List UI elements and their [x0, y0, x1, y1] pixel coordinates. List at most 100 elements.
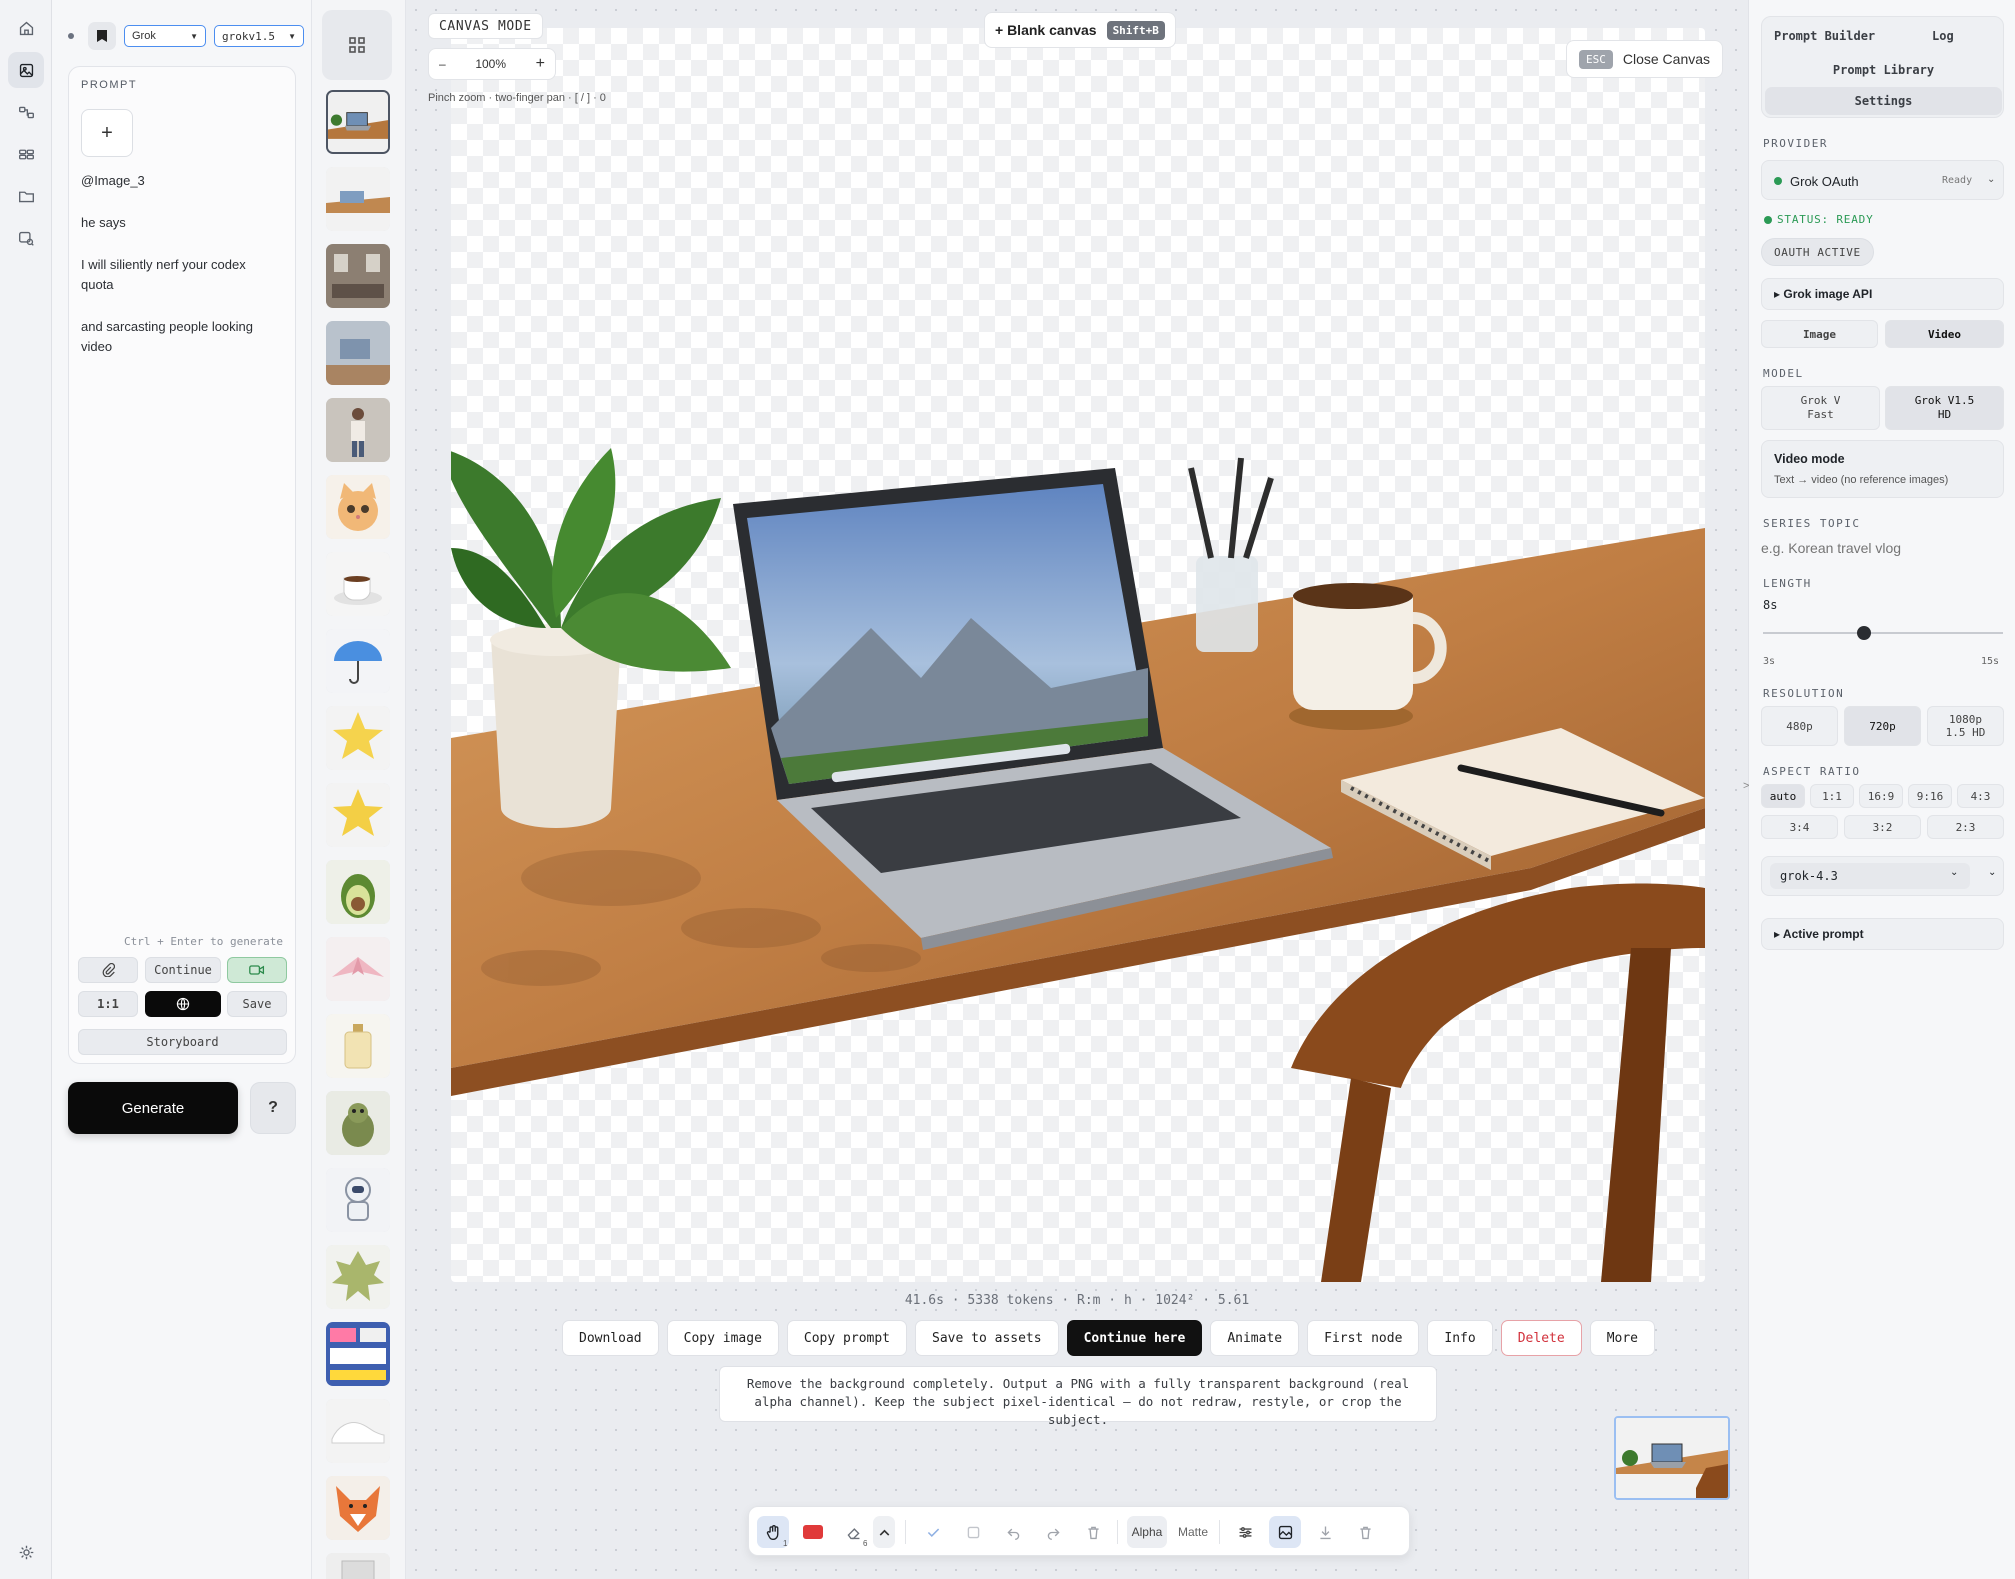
background-remove-icon[interactable] — [1269, 1516, 1301, 1548]
thumbnail-umbrella[interactable] — [326, 629, 390, 693]
llm-model-select[interactable]: grok-4.3 ⌄ ⌄ — [1761, 856, 2004, 896]
thumbnail-laptop-desk-2[interactable] — [326, 167, 390, 231]
provider-select[interactable]: Grok OAuth Ready ⌄ — [1761, 160, 2004, 200]
tab-prompt-library[interactable]: Prompt Library — [1762, 63, 2005, 77]
aspect-auto[interactable]: auto — [1761, 784, 1805, 808]
image-search-icon[interactable] — [8, 220, 44, 256]
workflow-icon[interactable] — [8, 94, 44, 130]
selection-icon[interactable] — [957, 1516, 989, 1548]
trash-icon[interactable] — [1077, 1516, 1109, 1548]
save-button[interactable]: Save — [227, 991, 287, 1017]
grok-image-api-section[interactable]: ▸ Grok image API — [1761, 278, 2004, 310]
storyboard-button[interactable]: Storyboard — [78, 1029, 287, 1055]
undo-icon[interactable] — [997, 1516, 1029, 1548]
thumbnail-glass[interactable] — [326, 1553, 390, 1579]
thumbnail-strip — [312, 0, 406, 1579]
aspect-9-16[interactable]: 9:16 — [1908, 784, 1952, 808]
zoom-out-button[interactable]: – — [439, 57, 446, 71]
settings-gear-icon[interactable] — [8, 1534, 44, 1570]
add-reference-button[interactable]: + — [81, 109, 133, 157]
thumbnail-paper-crane[interactable] — [326, 937, 390, 1001]
thumbnail-leaf[interactable] — [326, 1245, 390, 1309]
gallery-icon[interactable] — [8, 136, 44, 172]
model-option-grok-v15-hd[interactable]: Grok V1.5 HD — [1885, 386, 2004, 430]
folder-icon[interactable] — [8, 178, 44, 214]
home-icon[interactable] — [8, 10, 44, 46]
continue-here-button[interactable]: Continue here — [1066, 1320, 1203, 1356]
thumbnail-laptop-desk[interactable] — [326, 90, 390, 154]
media-image-tab[interactable]: Image — [1761, 320, 1878, 348]
download-icon[interactable] — [1309, 1516, 1341, 1548]
thumbnail-room[interactable] — [326, 244, 390, 308]
redo-icon[interactable] — [1037, 1516, 1069, 1548]
thumbnail-perfume[interactable] — [326, 1014, 390, 1078]
apply-check-icon[interactable] — [917, 1516, 949, 1548]
thumbnail-fox[interactable] — [326, 1476, 390, 1540]
attach-button[interactable] — [78, 957, 138, 983]
thumbnail-poster[interactable] — [326, 1322, 390, 1386]
thumbnail-star[interactable] — [326, 706, 390, 770]
chevron-up-icon[interactable] — [873, 1516, 895, 1548]
zoom-in-button[interactable]: + — [536, 55, 545, 73]
image-icon[interactable] — [8, 52, 44, 88]
thumbnail-coffee[interactable] — [326, 552, 390, 616]
thumbnail-sneaker[interactable] — [326, 1399, 390, 1463]
info-button[interactable]: Info — [1427, 1320, 1493, 1356]
animate-button[interactable]: Animate — [1210, 1320, 1300, 1356]
copy-prompt-button[interactable]: Copy prompt — [786, 1320, 907, 1356]
media-video-tab[interactable]: Video — [1885, 320, 2004, 348]
generate-button[interactable]: Generate — [68, 1082, 238, 1134]
thumbnail-avocado[interactable] — [326, 860, 390, 924]
collapse-panel-button[interactable]: > — [1743, 780, 1749, 792]
aspect-4-3[interactable]: 4:3 — [1957, 784, 2004, 808]
adjustments-icon[interactable] — [1229, 1516, 1261, 1548]
save-to-assets-button[interactable]: Save to assets — [915, 1320, 1059, 1356]
aspect-3-2[interactable]: 3:2 — [1844, 815, 1921, 839]
copy-image-button[interactable]: Copy image — [666, 1320, 779, 1356]
thumbnail-cat[interactable] — [326, 475, 390, 539]
web-search-toggle[interactable] — [145, 991, 221, 1017]
provider-select[interactable]: Grok ▼ — [124, 25, 206, 47]
prompt-textarea[interactable]: @Image_3 he says I will siliently nerf y… — [81, 171, 281, 379]
resolution-720p[interactable]: 720p — [1844, 706, 1921, 746]
model-select[interactable]: grokv1.5 ▼ — [214, 25, 304, 47]
thumbnail-laptop-window[interactable] — [326, 321, 390, 385]
tab-settings[interactable]: Settings — [1765, 87, 2002, 115]
close-canvas-button[interactable]: ESC Close Canvas — [1566, 40, 1724, 78]
aspect-1-1[interactable]: 1:1 — [1810, 784, 1854, 808]
active-prompt-section[interactable]: ▸ Active prompt — [1761, 918, 2004, 950]
more-button[interactable]: More — [1589, 1320, 1655, 1356]
length-slider[interactable] — [1763, 632, 2003, 634]
continue-button[interactable]: Continue — [145, 957, 221, 983]
tab-prompt-builder[interactable]: Prompt Builder — [1774, 29, 1875, 43]
thumbnail-astronaut[interactable] — [326, 1168, 390, 1232]
tab-log[interactable]: Log — [1932, 29, 1954, 43]
grid-view-button[interactable] — [322, 10, 392, 80]
resolution-1080p[interactable]: 1080p 1.5 HD — [1927, 706, 2004, 746]
ratio-button[interactable]: 1:1 — [78, 991, 138, 1017]
resolution-480p[interactable]: 480p — [1761, 706, 1838, 746]
aspect-3-4[interactable]: 3:4 — [1761, 815, 1838, 839]
video-mode-button[interactable] — [227, 957, 287, 983]
aspect-16-9[interactable]: 16:9 — [1859, 784, 1903, 808]
alpha-toggle[interactable]: Alpha — [1127, 1516, 1167, 1548]
length-slider-knob[interactable] — [1856, 626, 1871, 640]
blank-canvas-button[interactable]: + Blank canvas Shift+B — [984, 12, 1176, 48]
thumbnail-person[interactable] — [326, 398, 390, 462]
aspect-2-3[interactable]: 2:3 — [1927, 815, 2004, 839]
thumbnail-star-2[interactable] — [326, 783, 390, 847]
delete-button[interactable]: Delete — [1500, 1320, 1582, 1356]
thumbnail-dragon[interactable] — [326, 1091, 390, 1155]
generated-image[interactable] — [451, 28, 1705, 1282]
download-button[interactable]: Download — [562, 1320, 659, 1356]
matte-toggle[interactable]: Matte — [1173, 1516, 1213, 1548]
canvas-area[interactable]: CANVAS MODE – 100% + Pinch zoom · two-fi… — [406, 0, 1748, 1579]
series-topic-input[interactable] — [1761, 536, 2001, 560]
delete-layer-icon[interactable] — [1349, 1516, 1381, 1548]
brush-color-button[interactable] — [797, 1516, 829, 1548]
first-node-button[interactable]: First node — [1307, 1320, 1420, 1356]
bookmark-button[interactable] — [88, 22, 116, 50]
minimap-thumbnail[interactable] — [1614, 1416, 1730, 1500]
model-option-grok-v-fast[interactable]: Grok V Fast — [1761, 386, 1880, 430]
help-button[interactable]: ? — [250, 1082, 296, 1134]
